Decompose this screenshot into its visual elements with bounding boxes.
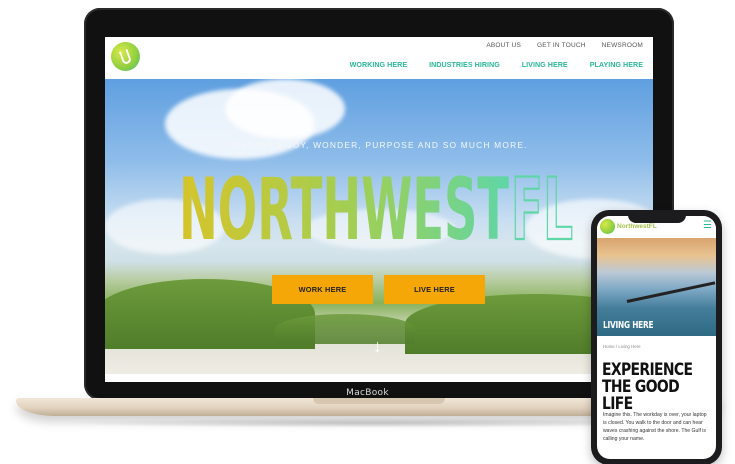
top-nav: ABOUT US GET IN TOUCH NEWSROOM <box>486 42 643 49</box>
phone-body-text: Imagine this. The workday is over, your … <box>603 412 707 442</box>
dune-grass <box>275 314 415 344</box>
hero-title-main: NORTHWEST <box>179 160 509 247</box>
hero-title: NORTHWEST FL <box>105 147 653 247</box>
work-here-button[interactable]: WORK HERE <box>272 275 373 304</box>
phone-notch <box>628 214 686 223</box>
phone-hero-title: LIVING HERE <box>603 320 654 331</box>
cloud-shape <box>225 79 345 139</box>
site-header: ABOUT US GET IN TOUCH NEWSROOM WORKING H… <box>105 37 653 79</box>
phone-screen: NorthwestFL ☰ LIVING HERE Home / Living … <box>597 216 716 459</box>
phone-hero: LIVING HERE <box>597 238 716 336</box>
nav-link-working-here[interactable]: WORKING HERE <box>350 60 408 69</box>
phone-logo[interactable] <box>600 219 615 234</box>
hero-section: DISCOVER JOY, WONDER, PURPOSE AND SO MUC… <box>105 79 653 374</box>
live-here-button[interactable]: LIVE HERE <box>384 275 485 304</box>
nav-link-industries-hiring[interactable]: INDUSTRIES HIRING <box>429 60 500 69</box>
nav-link-about-us[interactable]: ABOUT US <box>486 42 521 49</box>
nav-link-newsroom[interactable]: NEWSROOM <box>602 42 643 49</box>
main-nav: WORKING HERE INDUSTRIES HIRING LIVING HE… <box>350 60 643 69</box>
page-bottom-strip <box>105 374 653 382</box>
laptop-screen: ABOUT US GET IN TOUCH NEWSROOM WORKING H… <box>105 37 653 382</box>
down-arrow-icon[interactable]: ↓ <box>373 337 382 355</box>
nav-link-living-here[interactable]: LIVING HERE <box>522 60 568 69</box>
laptop-shadow <box>60 418 680 428</box>
pier-shape <box>626 281 716 303</box>
laptop-base-notch <box>313 398 445 404</box>
nav-link-playing-here[interactable]: PLAYING HERE <box>590 60 643 69</box>
nav-link-get-in-touch[interactable]: GET IN TOUCH <box>537 42 586 49</box>
hero-title-suffix: FL <box>511 160 573 247</box>
breadcrumb[interactable]: Home / Living Here <box>603 344 641 349</box>
phone-heading: EXPERIENCE THE GOOD LIFE <box>602 360 693 414</box>
site-logo[interactable] <box>111 42 140 71</box>
hamburger-icon[interactable]: ☰ <box>703 221 712 231</box>
device-mockup: ABOUT US GET IN TOUCH NEWSROOM WORKING H… <box>0 0 735 464</box>
logo-icon <box>118 48 133 65</box>
phone-brand: NorthwestFL <box>617 223 657 230</box>
hero-title-graphic: NORTHWEST FL <box>179 159 574 247</box>
